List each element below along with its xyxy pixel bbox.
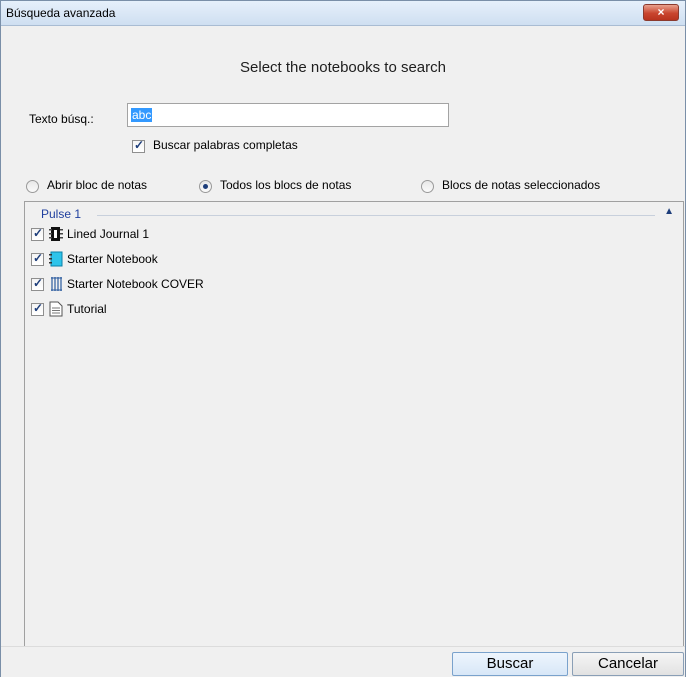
cancel-button[interactable]: Cancelar: [572, 652, 684, 676]
notebook-checkbox[interactable]: [31, 251, 44, 266]
dialog-content: Select the notebooks to search Texto bús…: [1, 26, 685, 677]
notebook-label: Tutorial: [67, 302, 107, 316]
notebook-list: Pulse 1 ▲ Lined Journal 1 St: [24, 201, 684, 664]
search-text-label: Texto búsq.:: [29, 112, 94, 126]
document-icon: [49, 301, 63, 317]
close-icon: ×: [657, 5, 665, 19]
radio-selected-notebooks[interactable]: [421, 180, 434, 193]
starter-notebook-icon: [49, 251, 63, 267]
search-button[interactable]: Buscar: [452, 652, 568, 676]
close-button[interactable]: ×: [643, 4, 679, 21]
radio-open-notebook-label: Abrir bloc de notas: [47, 178, 148, 192]
notebook-checkbox[interactable]: [31, 301, 44, 316]
whole-words-label: Buscar palabras completas: [153, 138, 298, 152]
notebook-label: Lined Journal 1: [67, 227, 150, 241]
title-bar[interactable]: Búsqueda avanzada ×: [1, 1, 685, 26]
notebook-label: Starter Notebook COVER: [67, 277, 204, 291]
notebook-checkbox[interactable]: [31, 226, 44, 241]
window-title: Búsqueda avanzada: [6, 6, 116, 20]
radio-selected-notebooks-label: Blocs de notas seleccionados: [442, 178, 601, 192]
lined-journal-icon: [49, 227, 63, 241]
collapse-icon[interactable]: ▲: [664, 206, 674, 217]
advanced-search-dialog: Búsqueda avanzada × Select the notebooks…: [0, 0, 686, 677]
radio-all-notebooks-label: Todos los blocs de notas: [220, 178, 352, 192]
radio-all-notebooks[interactable]: [199, 180, 212, 193]
button-bar: Buscar Cancelar: [1, 646, 685, 677]
notebook-label: Starter Notebook: [67, 252, 158, 266]
group-divider: [97, 215, 655, 216]
radio-open-notebook[interactable]: [26, 180, 39, 193]
group-title: Pulse 1: [41, 207, 82, 221]
whole-words-checkbox[interactable]: [132, 138, 145, 153]
notebook-checkbox[interactable]: [31, 276, 44, 291]
search-input[interactable]: abc: [127, 103, 449, 127]
search-input-value: abc: [131, 108, 153, 122]
dialog-heading: Select the notebooks to search: [240, 59, 446, 76]
spiral-notebook-icon: [51, 277, 62, 291]
